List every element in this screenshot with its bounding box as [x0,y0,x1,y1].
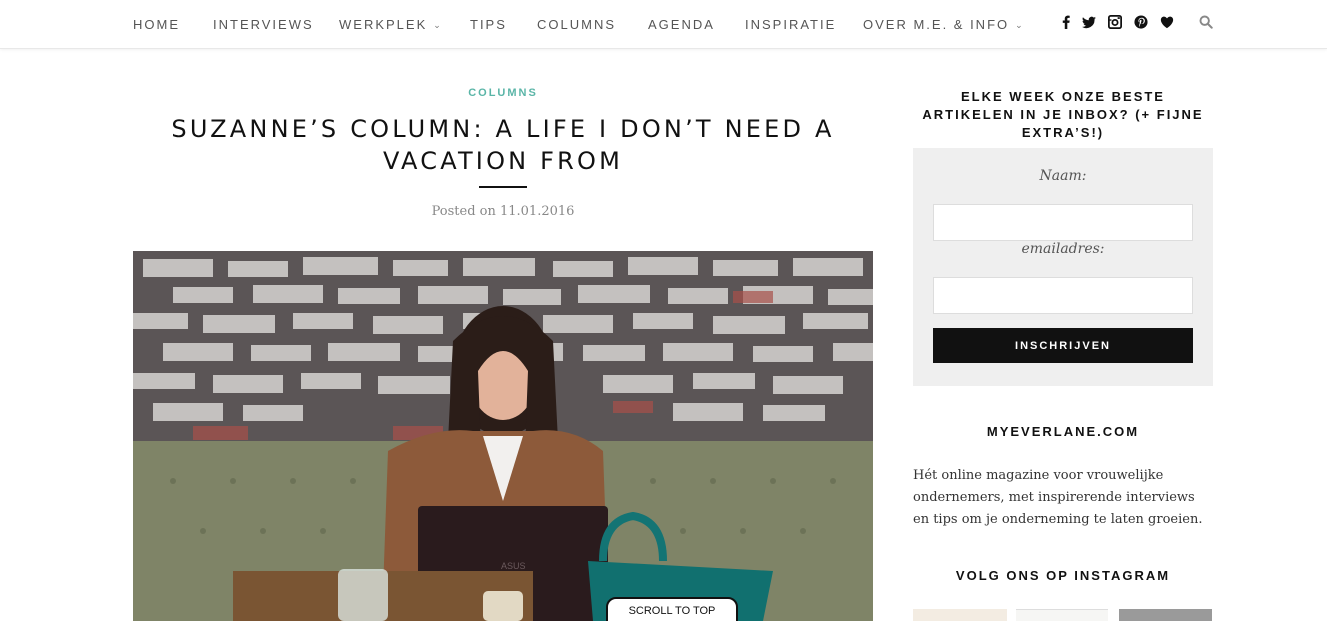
instagram-heading: VOLG ONS OP INSTAGRAM [955,568,1171,583]
instagram-thumbnail[interactable] [1016,609,1108,621]
instagram-icon[interactable] [1108,15,1124,31]
facebook-icon[interactable] [1059,15,1075,31]
post-date: Posted on 11.01.2016 [431,204,575,219]
article-title: SUZANNE’S COLUMN: A LIFE I DON’T NEED A … [171,115,835,175]
nav-item-interviews[interactable]: INTERVIEWS [213,17,314,32]
subscribe-button[interactable]: INSCHRIJVEN [933,328,1193,363]
instagram-thumbnail[interactable] [913,609,1007,621]
pinterest-icon[interactable] [1134,15,1150,31]
nav-item-columns[interactable]: COLUMNS [537,17,616,32]
email-label: emailadres: [1021,241,1105,257]
nav-item-agenda[interactable]: AGENDA [648,17,715,32]
nav-label: INTERVIEWS [213,17,314,32]
title-divider [479,186,527,188]
email-input[interactable] [933,277,1193,314]
nav-item-inspiratie[interactable]: INSPIRATIE [745,17,836,32]
newsletter-heading: ELKE WEEK ONZE BESTE ARTIKELEN IN JE INB… [922,89,1204,140]
search-icon[interactable] [1199,15,1215,31]
nav-label: OVER M.E. & INFO [863,17,1010,32]
nav-label: COLUMNS [537,17,617,32]
chevron-down-icon: ⌄ [1015,20,1023,30]
nav-label: WERKPLEK [339,17,428,32]
nav-item-home[interactable]: HOME [133,17,180,32]
nav-item-over[interactable]: OVER M.E. & INFO ⌄ [863,17,1023,32]
laptop-brand: ASUS [501,561,526,571]
twitter-icon[interactable] [1082,15,1098,31]
site-heading: MYEVERLANE.COM [986,424,1140,439]
nav-label: INSPIRATIE [745,17,837,32]
article-category[interactable]: COLUMNS [133,87,873,99]
scroll-to-top-button[interactable]: SCROLL TO TOP [606,597,738,621]
nav-item-tips[interactable]: TIPS [470,17,507,32]
nav-label: TIPS [470,17,507,32]
name-input[interactable] [933,204,1193,241]
top-navigation: HOME INTERVIEWS WERKPLEK ⌄ TIPS COLUMNS A… [0,0,1327,49]
newsletter-form: Naam: emailadres: INSCHRIJVEN [913,148,1213,386]
nav-item-werkplek[interactable]: WERKPLEK ⌄ [339,17,441,32]
hero-photo: ASUS [133,251,873,621]
about-text: Hét online magazine voor vrouwelijke ond… [913,468,1203,527]
nav-label: AGENDA [648,17,715,32]
article-hero-image: ASUS [133,251,873,621]
heart-icon[interactable] [1160,15,1176,31]
chevron-down-icon: ⌄ [433,20,441,30]
instagram-thumbnail[interactable] [1119,609,1212,621]
nav-label: HOME [133,17,180,32]
name-label: Naam: [1039,168,1087,184]
